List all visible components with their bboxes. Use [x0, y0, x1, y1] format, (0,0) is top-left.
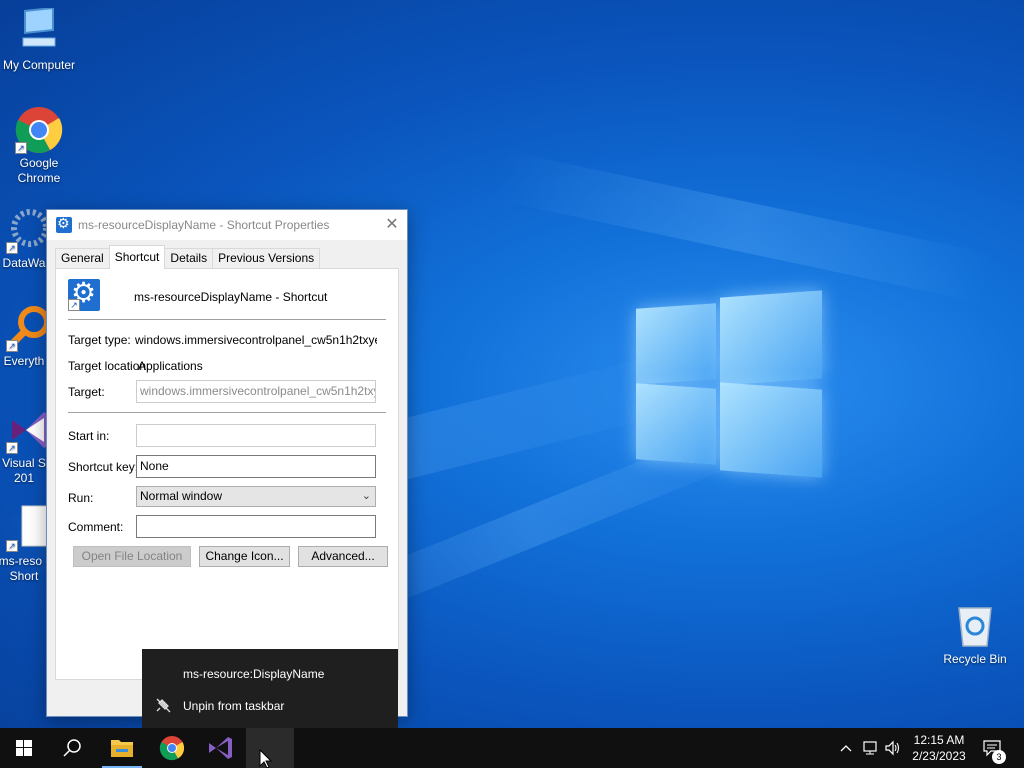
start-in-field[interactable]	[136, 424, 376, 447]
tab-general[interactable]: General	[55, 248, 110, 269]
comment-field[interactable]	[136, 515, 376, 538]
settings-icon	[56, 215, 72, 233]
start-in-label: Start in:	[68, 429, 110, 443]
taskbar-ms-resource-app[interactable]	[246, 728, 294, 768]
divider	[68, 412, 386, 413]
start-button[interactable]	[0, 728, 48, 768]
clock-time: 12:15 AM	[913, 733, 965, 747]
taskbar-visual-studio[interactable]	[196, 728, 244, 768]
run-select[interactable]: Normal window ⌄	[136, 486, 376, 507]
desktop-icon-google-chrome[interactable]: ↗ Google Chrome	[0, 106, 78, 186]
shortcut-arrow-icon: ↗	[15, 142, 27, 154]
shortcut-key-label: Shortcut key:	[68, 460, 139, 474]
change-icon-button[interactable]: Change Icon...	[199, 546, 290, 567]
close-icon[interactable]: ✕	[377, 210, 407, 240]
unpin-from-taskbar-item[interactable]: Unpin from taskbar	[142, 690, 398, 722]
windows-logo-wallpaper	[636, 290, 822, 480]
recycle-bin-icon	[951, 602, 999, 650]
dialog-title: ms-resourceDisplayName - Shortcut Proper…	[78, 218, 330, 232]
shortcut-arrow-icon: ↗	[6, 340, 18, 352]
show-hidden-icons-chevron-up-icon[interactable]	[838, 740, 854, 759]
network-icon[interactable]	[862, 740, 880, 759]
target-type-value: windows.immersivecontrolpanel_cw5n1h2txy…	[135, 333, 377, 347]
jump-list-app-name: ms-resource:DisplayName	[183, 667, 325, 681]
advanced-button[interactable]: Advanced...	[298, 546, 388, 567]
taskbar-clock[interactable]: 12:15 AM 2/23/2023	[906, 732, 972, 764]
shortcut-tab-panel: ⚙ ↗ ms-resourceDisplayName - Shortcut Ta…	[55, 268, 399, 680]
taskbar-file-explorer[interactable]	[98, 728, 146, 768]
divider	[68, 319, 386, 320]
run-select-value: Normal window	[140, 489, 223, 503]
shortcut-arrow-icon: ↗	[6, 442, 18, 454]
desktop-icon-recycle-bin[interactable]: Recycle Bin	[936, 602, 1014, 667]
chrome-icon	[159, 736, 185, 761]
desktop-icon-label: Recycle Bin	[943, 652, 1007, 666]
search-icon	[63, 739, 81, 757]
dialog-titlebar[interactable]: ms-resourceDisplayName - Shortcut Proper…	[47, 210, 407, 240]
taskbar-chrome[interactable]	[148, 728, 196, 768]
shortcut-properties-dialog: ms-resourceDisplayName - Shortcut Proper…	[46, 209, 408, 717]
visual-studio-icon	[209, 737, 232, 759]
tab-shortcut[interactable]: Shortcut	[108, 245, 166, 269]
run-label: Run:	[68, 491, 94, 505]
target-location-value: Applications	[138, 359, 203, 373]
search-button[interactable]	[48, 728, 96, 768]
unpin-label: Unpin from taskbar	[183, 699, 285, 713]
chevron-down-icon: ⌄	[361, 490, 371, 502]
comment-label: Comment:	[68, 520, 124, 534]
tab-details[interactable]: Details	[164, 248, 214, 269]
target-field[interactable]: windows.immersivecontrolpanel_cw5n1h2txy…	[136, 380, 376, 403]
computer-icon	[15, 6, 63, 56]
taskbar-jump-list: ms-resource:DisplayName Unpin from taskb…	[142, 649, 398, 728]
taskbar: 12:15 AM 2/23/2023	[0, 728, 1024, 768]
shortcut-key-field[interactable]: None	[136, 455, 376, 478]
notification-count-badge: 3	[992, 750, 1006, 764]
desktop-icon-label: My Computer	[2, 58, 76, 72]
open-file-location-button[interactable]: Open File Location	[73, 546, 191, 567]
clock-date: 2/23/2023	[912, 749, 966, 763]
unpin-icon	[156, 690, 172, 733]
desktop-icon-label: Google Chrome	[17, 156, 61, 185]
desktop-icon-my-computer[interactable]: My Computer	[0, 6, 78, 73]
file-explorer-icon	[111, 740, 133, 757]
tab-previous-versions[interactable]: Previous Versions	[212, 248, 321, 269]
shortcut-name: ms-resourceDisplayName - Shortcut	[134, 290, 328, 304]
settings-shortcut-icon: ⚙ ↗	[68, 277, 100, 311]
shortcut-arrow-icon: ↗	[6, 242, 18, 254]
target-type-label: Target type:	[68, 333, 131, 347]
target-label: Target:	[68, 385, 105, 399]
tab-strip: General Shortcut Details Previous Versio…	[55, 245, 321, 269]
shortcut-arrow-icon: ↗	[68, 299, 80, 311]
jump-list-app-item[interactable]: ms-resource:DisplayName	[142, 658, 398, 690]
windows-start-icon	[16, 740, 32, 756]
chrome-icon: ↗	[15, 106, 63, 154]
volume-icon[interactable]	[884, 740, 902, 759]
mouse-cursor-icon	[259, 748, 273, 768]
shortcut-arrow-icon: ↗	[6, 540, 18, 552]
